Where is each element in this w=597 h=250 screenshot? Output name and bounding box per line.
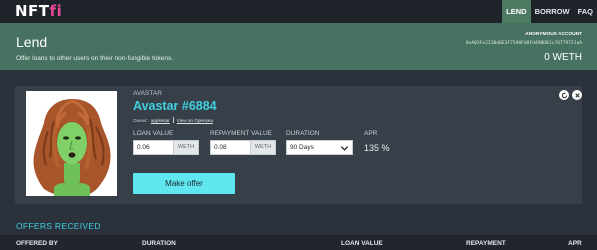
close-icon <box>574 92 580 98</box>
account-address[interactable]: 0xA03Fe221Bd8E3F7590Fd8Fd49BDB1c70779721… <box>466 41 582 46</box>
page-header: Lend Offer loans to other users on their… <box>0 23 597 70</box>
loan-currency-unit: WETH <box>173 141 198 154</box>
nav-lend[interactable]: LEND <box>502 0 531 23</box>
owner-link[interactable]: applestar <box>151 118 170 123</box>
offers-received-heading: OFFERS RECEIVED <box>16 221 101 231</box>
repayment-value-input[interactable]: 0.08 WETH <box>210 140 276 155</box>
owner-row: Owner: applestar View on Opensea <box>133 117 213 123</box>
apr-label: APR <box>364 130 378 137</box>
apr-value: 135 % <box>364 143 390 153</box>
top-navigation-bar: NFTfi LEND BORROW FAQ <box>0 0 597 23</box>
repayment-value-label: REPAYMENT VALUE <box>210 130 273 137</box>
duration-label: DURATION <box>286 130 320 137</box>
nav-borrow[interactable]: BORROW <box>531 0 574 23</box>
column-repayment[interactable]: REPAYMENT <box>466 240 506 247</box>
loan-value-field[interactable]: 0.06 <box>134 141 173 154</box>
offers-table-header: OFFERED BY DURATION LOAN VALUE REPAYMENT… <box>0 235 597 250</box>
divider <box>172 117 174 123</box>
page-title: Lend <box>16 34 48 50</box>
column-duration[interactable]: DURATION <box>142 240 176 247</box>
loan-value-label: LOAN VALUE <box>133 130 174 137</box>
opensea-link[interactable]: View on Opensea <box>177 118 213 123</box>
duration-selected-value: 90 Days <box>290 144 314 151</box>
repayment-value-field[interactable]: 0.08 <box>211 141 250 154</box>
make-offer-button[interactable]: Make offer <box>133 173 235 194</box>
nav-faq[interactable]: FAQ <box>574 0 597 23</box>
nft-title: Avastar #6884 <box>133 99 217 113</box>
account-balance: 0 WETH <box>544 52 582 63</box>
column-loan-value[interactable]: LOAN VALUE <box>341 240 383 247</box>
refresh-button[interactable] <box>559 90 569 100</box>
chevron-down-icon <box>340 146 349 151</box>
owner-prefix: Owner: <box>133 117 148 123</box>
repayment-currency-unit: WETH <box>250 141 275 154</box>
close-button[interactable] <box>572 90 582 100</box>
column-apr[interactable]: APR <box>568 240 582 247</box>
nft-collection-name: AVASTAR <box>133 90 162 97</box>
duration-select[interactable]: 90 Days <box>286 140 353 155</box>
nft-image <box>26 91 117 196</box>
main-nav: LEND BORROW FAQ <box>502 0 597 23</box>
column-offered-by[interactable]: OFFERED BY <box>16 240 58 247</box>
nftfi-logo[interactable]: NFTfi <box>15 2 62 20</box>
refresh-icon <box>561 91 567 98</box>
page-subtitle: Offer loans to other users on their non-… <box>16 55 174 62</box>
account-label: ANONYMOUS ACCOUNT <box>525 32 582 37</box>
loan-value-input[interactable]: 0.06 WETH <box>133 140 199 155</box>
